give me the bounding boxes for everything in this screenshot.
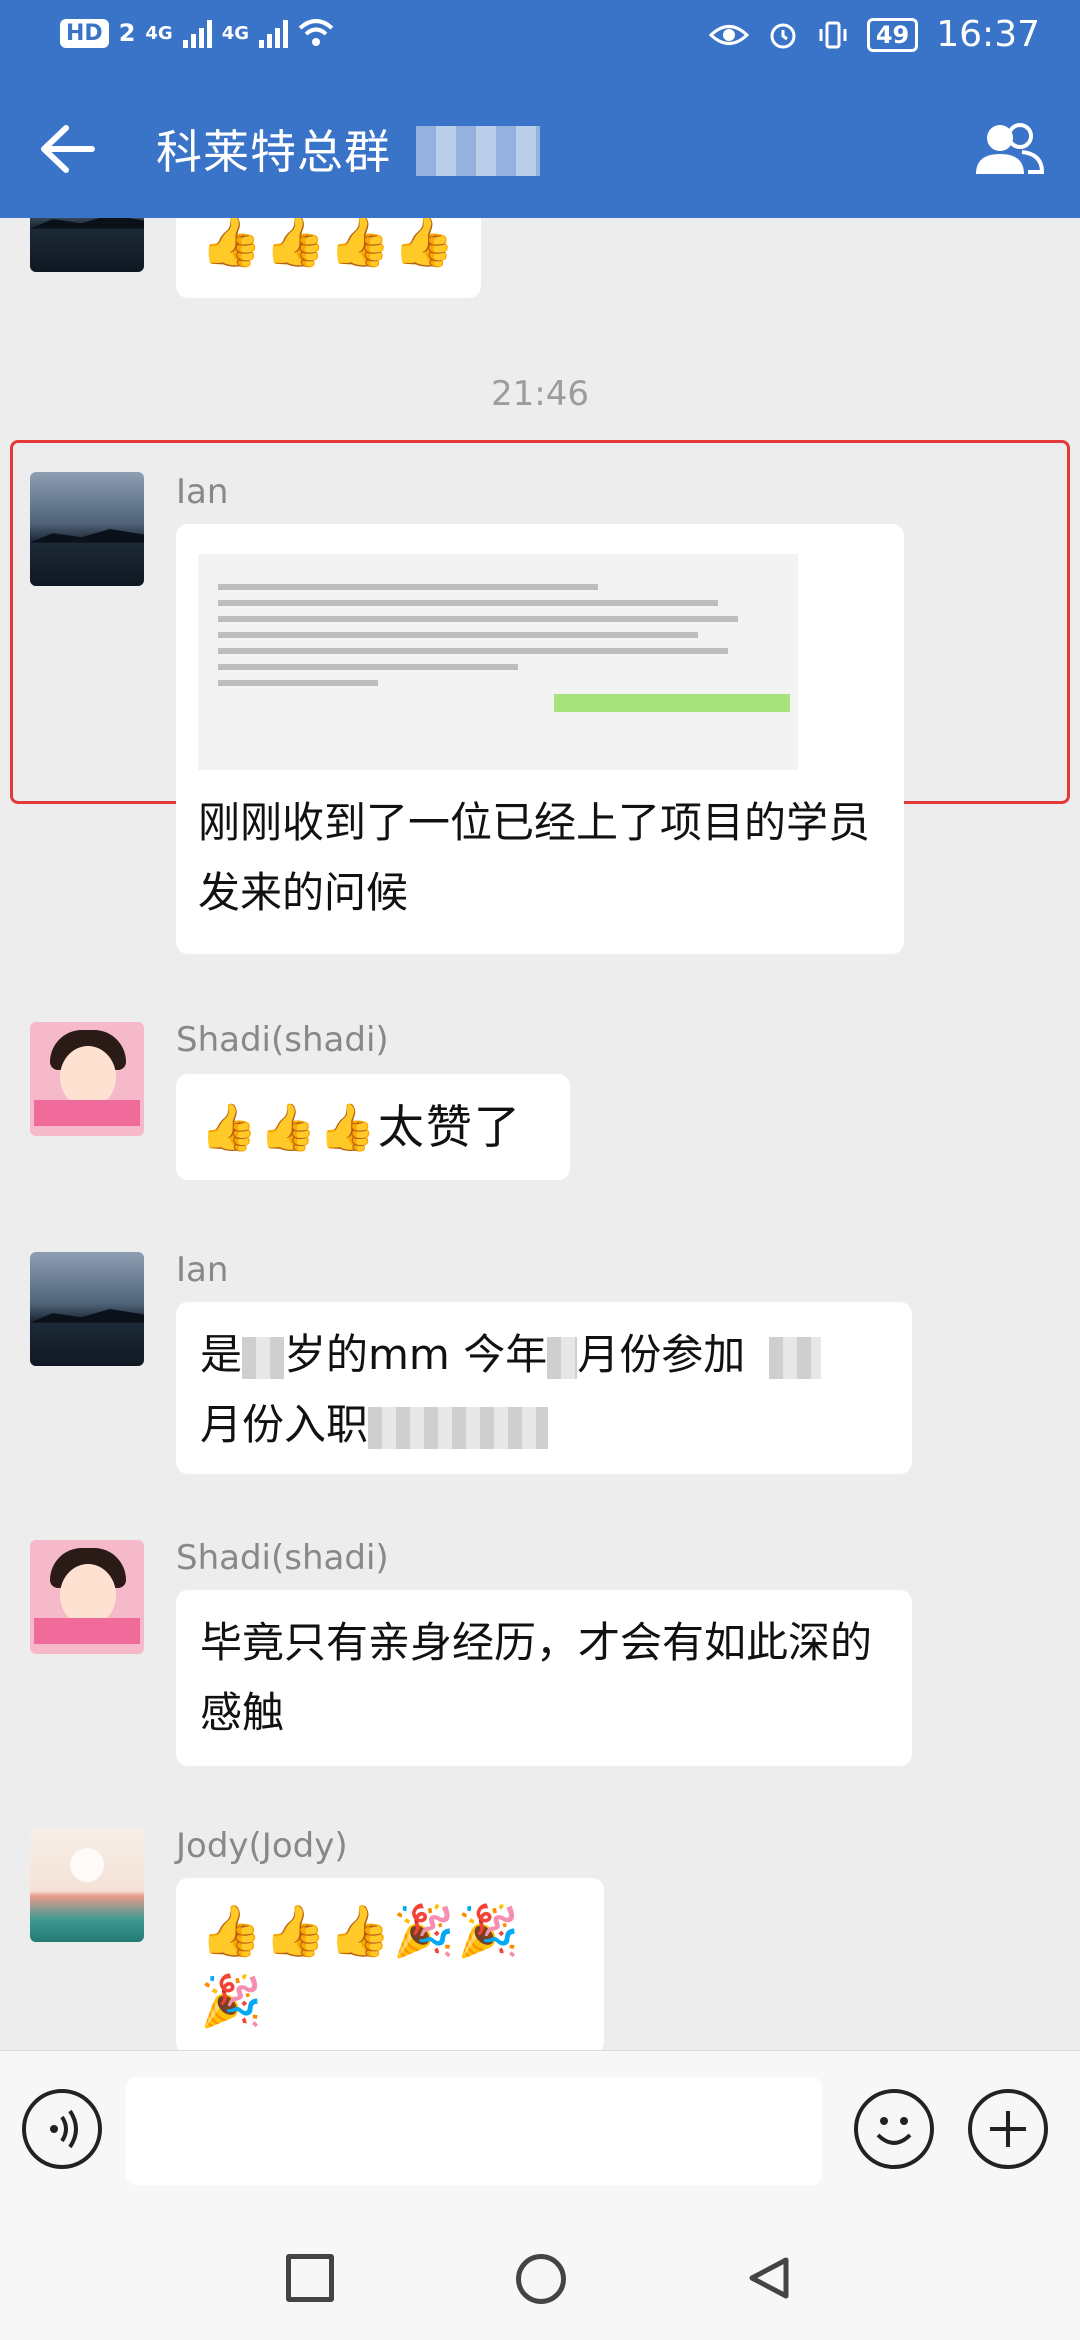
sender-name: Jody(Jody) [176,1826,348,1866]
network-label-2: 4G [221,22,250,44]
sender-name: Shadi(shadi) [176,1538,389,1578]
avatar[interactable] [30,1022,144,1136]
redacted-text [242,1336,285,1379]
input-bar [0,2050,1080,2214]
clock: 16:37 [936,14,1040,55]
smile-icon[interactable] [854,2089,934,2169]
eye-icon [708,24,749,45]
square-icon[interactable] [286,2254,334,2302]
message-bubble[interactable]: 是岁的mm 今年 月份参加 月份入职 [176,1302,912,1474]
triangle-back-icon[interactable] [744,2254,792,2302]
sender-name: Ian [176,472,229,512]
image-message-bubble[interactable]: 刚刚收到了一位已经上了项目的学员发来的问候 [176,524,904,954]
signal-icon-2 [259,18,289,48]
message-input[interactable] [126,2077,822,2185]
message-bubble[interactable]: 👍👍👍太赞了 [176,1074,570,1180]
message-text-part: 月份参加 [577,1330,746,1379]
chat-area[interactable]: 👍👍👍👍 21:46 Ian 刚刚收到了一位已经上了项目的学员发来的问候 Sha… [0,218,1080,2050]
chat-header: 科莱特总群 [0,74,1080,218]
image-thumbnail[interactable] [198,554,798,770]
message-timestamp: 21:46 [491,374,589,414]
alarm-icon [770,23,796,48]
vibrate-icon [819,21,847,48]
redacted-text [768,1336,821,1379]
hd-badge: HD [60,18,109,48]
battery-indicator: 49 [866,17,919,52]
message-text-part: 岁的mm 今年 [284,1330,548,1379]
arrow-left-icon[interactable] [30,114,100,184]
top-bar: HD 2 4G 4G 49 16:37 科莱特总群 [0,0,1080,218]
redacted-title-suffix [416,126,540,176]
avatar[interactable] [30,1540,144,1654]
status-left: HD 2 4G 4G [60,18,334,48]
message-bubble[interactable]: 👍👍👍🎉🎉🎉 [176,1878,604,2050]
wifi-icon [298,19,334,46]
avatar[interactable] [30,472,144,586]
plus-icon[interactable] [968,2089,1048,2169]
voice-icon[interactable] [22,2089,102,2169]
message-caption: 刚刚收到了一位已经上了项目的学员发来的问候 [198,798,871,917]
message-text-part: 月份入职 [200,1400,369,1449]
sender-name: Shadi(shadi) [176,1020,389,1060]
avatar[interactable] [30,218,144,272]
sim-number: 2 [118,19,136,47]
message-bubble[interactable]: 毕竟只有亲身经历，才会有如此深的感触 [176,1590,912,1766]
group-members-icon[interactable] [970,112,1046,188]
redacted-text [547,1336,578,1379]
message-text-part: 是 [200,1330,243,1379]
sender-name: Ian [176,1250,229,1290]
circle-icon[interactable] [516,2254,566,2304]
avatar[interactable] [30,1252,144,1366]
page-title: 科莱特总群 [156,125,391,179]
signal-icon [182,18,212,48]
status-right: 49 16:37 [708,14,1040,55]
message-bubble[interactable]: 👍👍👍👍 [176,218,482,298]
system-nav-bar [0,2214,1080,2340]
redacted-text [368,1406,549,1449]
status-bar: HD 2 4G 4G 49 16:37 [0,0,1080,74]
avatar[interactable] [30,1828,144,1942]
network-label-1: 4G [145,22,173,44]
